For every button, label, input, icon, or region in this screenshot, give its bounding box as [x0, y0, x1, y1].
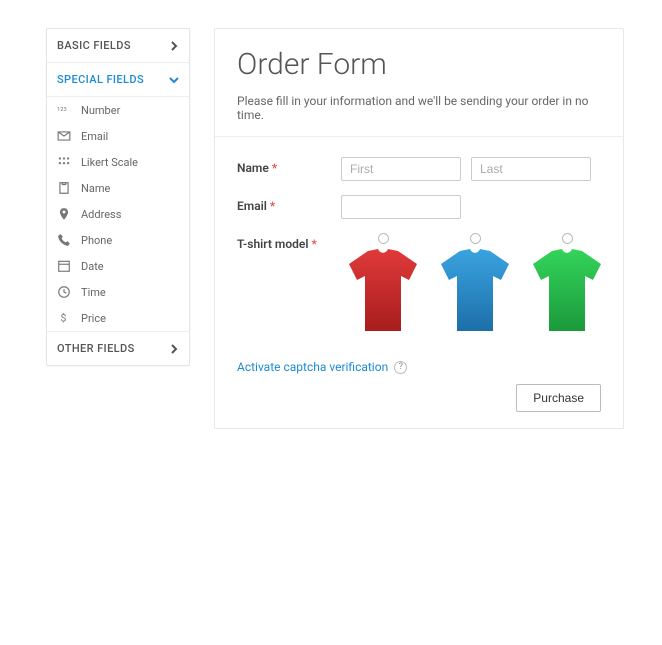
order-form-panel: Order Form Please fill in your informati…	[214, 28, 624, 429]
label-email: Email*	[237, 195, 341, 213]
field-item-phone[interactable]: Phone	[47, 227, 189, 253]
first-name-input[interactable]	[341, 157, 461, 181]
field-label: Name	[81, 182, 110, 195]
envelope-icon	[57, 129, 71, 143]
tshirt-option-green[interactable]	[525, 233, 609, 336]
purchase-button[interactable]: Purchase	[516, 384, 601, 412]
field-item-date[interactable]: Date	[47, 253, 189, 279]
special-fields-list: 123 Number Email Likert Scale Name Addre…	[47, 97, 189, 331]
radio-icon[interactable]	[378, 233, 389, 244]
fields-sidebar: BASIC FIELDS SPECIAL FIELDS 123 Number E…	[46, 28, 190, 366]
group-other-label: OTHER FIELDS	[57, 342, 135, 355]
field-label: Email	[81, 130, 108, 143]
email-input[interactable]	[341, 195, 461, 219]
field-label: Address	[81, 208, 121, 221]
field-label: Phone	[81, 234, 112, 247]
captcha-row: Activate captcha verification ?	[237, 360, 601, 374]
tshirt-green-icon	[527, 246, 607, 336]
field-label: Date	[81, 260, 104, 273]
pin-icon	[57, 207, 71, 221]
badge-icon	[57, 181, 71, 195]
svg-text:$: $	[61, 312, 67, 325]
calendar-icon	[57, 259, 71, 273]
radio-icon[interactable]	[470, 233, 481, 244]
grid-icon	[57, 155, 71, 169]
tshirt-option-red[interactable]	[341, 233, 425, 336]
field-item-name[interactable]: Name	[47, 175, 189, 201]
help-icon[interactable]: ?	[394, 361, 407, 374]
last-name-input[interactable]	[471, 157, 591, 181]
tshirt-blue-icon	[435, 246, 515, 336]
tshirt-red-icon	[343, 246, 423, 336]
clock-icon	[57, 285, 71, 299]
row-name: Name*	[237, 157, 601, 181]
group-basic-fields[interactable]: BASIC FIELDS	[47, 29, 189, 63]
form-actions: Purchase	[237, 384, 601, 412]
form-description: Please fill in your information and we'l…	[237, 94, 601, 122]
group-other-fields[interactable]: OTHER FIELDS	[47, 331, 189, 365]
form-title: Order Form	[237, 47, 601, 82]
field-item-email[interactable]: Email	[47, 123, 189, 149]
required-mark: *	[272, 161, 277, 175]
group-special-label: SPECIAL FIELDS	[57, 73, 144, 86]
label-name: Name*	[237, 157, 341, 175]
field-label: Likert Scale	[81, 156, 138, 169]
tshirt-option-blue[interactable]	[433, 233, 517, 336]
field-item-number[interactable]: 123 Number	[47, 97, 189, 123]
field-item-time[interactable]: Time	[47, 279, 189, 305]
row-tshirt: T-shirt model*	[237, 233, 601, 336]
captcha-link[interactable]: Activate captcha verification	[237, 360, 388, 374]
email-fields	[341, 195, 601, 219]
radio-icon[interactable]	[562, 233, 573, 244]
chevron-down-icon	[169, 75, 179, 85]
group-basic-label: BASIC FIELDS	[57, 39, 131, 52]
dollar-icon: $	[57, 311, 71, 325]
number-icon: 123	[57, 103, 71, 117]
chevron-right-icon	[169, 41, 179, 51]
required-mark: *	[311, 237, 316, 251]
svg-text:123: 123	[57, 107, 67, 113]
field-label: Price	[81, 312, 106, 325]
group-special-fields[interactable]: SPECIAL FIELDS	[47, 63, 189, 97]
field-item-price[interactable]: $ Price	[47, 305, 189, 331]
field-item-address[interactable]: Address	[47, 201, 189, 227]
row-email: Email*	[237, 195, 601, 219]
panel-body: Name* Email* T-shirt model*	[215, 137, 623, 428]
tshirt-options	[341, 233, 609, 336]
panel-header: Order Form Please fill in your informati…	[215, 29, 623, 137]
field-label: Time	[81, 286, 106, 299]
field-item-likert[interactable]: Likert Scale	[47, 149, 189, 175]
required-mark: *	[270, 199, 275, 213]
field-label: Number	[81, 104, 120, 117]
chevron-right-icon	[169, 344, 179, 354]
phone-icon	[57, 233, 71, 247]
name-fields	[341, 157, 601, 181]
label-tshirt: T-shirt model*	[237, 233, 341, 251]
